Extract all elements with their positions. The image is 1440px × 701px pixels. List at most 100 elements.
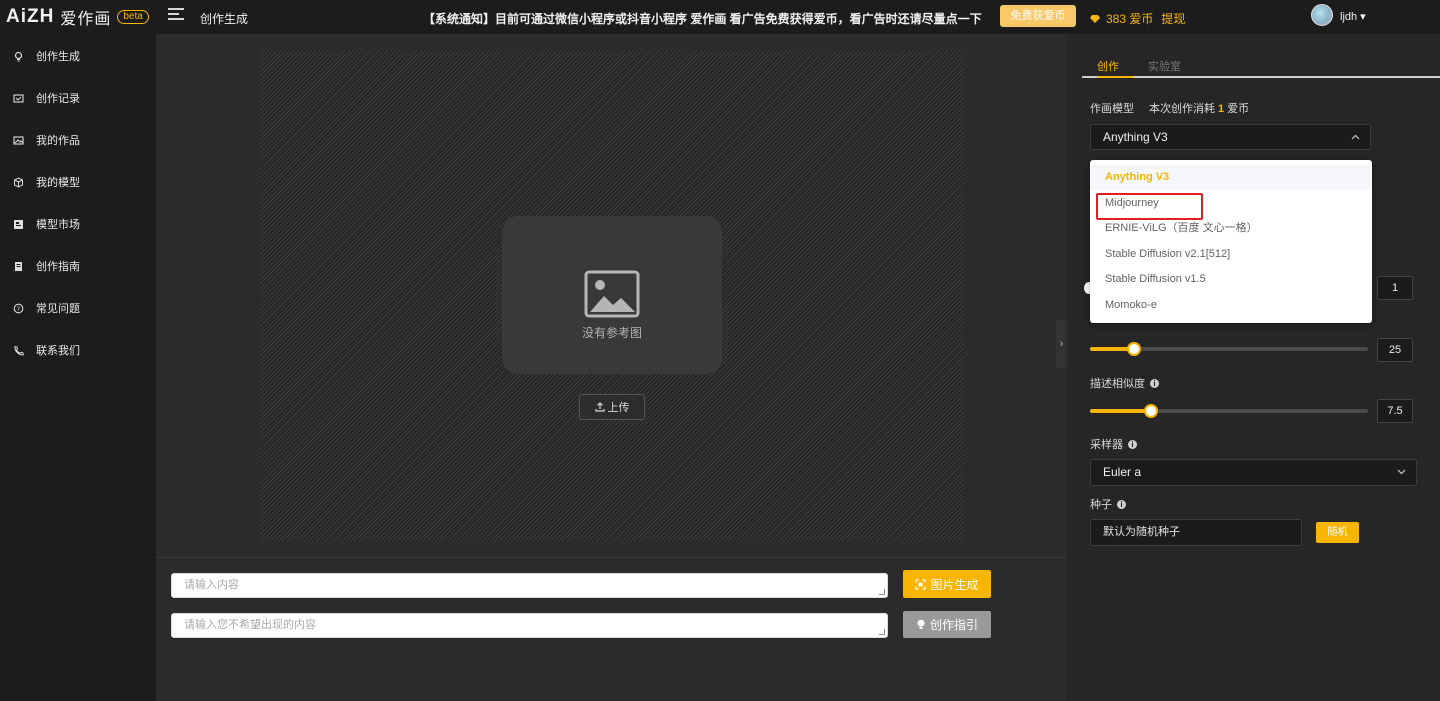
info-icon[interactable]: i [1150,378,1159,388]
info-icon[interactable]: i [1117,499,1126,509]
steps-slider[interactable] [1090,342,1368,356]
panel-tabs: 创作 实验室 [1082,34,1440,78]
random-seed-button[interactable]: 随机 [1316,522,1359,543]
model-option-sd-15[interactable]: Stable Diffusion v1.5 [1090,267,1372,292]
sidebar-item-faq[interactable]: ? 常见问题 [0,293,156,323]
steps-input[interactable]: 25 [1377,338,1413,362]
prompt-placeholder: 请输入内容 [184,579,239,591]
resize-handle-icon[interactable] [879,629,885,635]
sidebar-item-label: 常见问题 [36,303,80,315]
sidebar-item-label: 创作生成 [36,51,80,63]
model-label: 作画模型 [1090,103,1134,115]
image-icon [584,270,640,318]
username-dropdown[interactable]: ljdh ▾ [1340,10,1366,23]
sidebar-item-label: 模型市场 [36,219,80,231]
sampler-label: 采样器 [1090,439,1123,451]
cube-icon [12,176,24,188]
highlight-frame [1096,193,1203,220]
image-canvas: 没有参考图 上传 [260,50,964,542]
similarity-input[interactable]: 7.5 [1377,399,1413,423]
avatar[interactable] [1311,4,1333,26]
sampler-label-row: 采样器 i [1090,436,1137,452]
cost-info: 本次创作消耗 1 爱币 [1149,100,1249,116]
sidebar: 创作生成 创作记录 我的作品 我的模型 模型市场 创作指南 ? 常见问题 联系我… [0,34,156,701]
bulb-icon [917,619,925,629]
prompt-input[interactable]: 请输入内容 [171,573,888,598]
sidebar-item-label: 联系我们 [36,345,80,357]
model-dropdown: Anything V3 Midjourney ERNIE-ViLG（百度 文心一… [1090,160,1372,323]
menu-toggle-icon[interactable] [168,8,184,24]
page-title: 创作生成 [200,12,249,26]
sidebar-item-label: 我的模型 [36,177,80,189]
sidebar-item-records[interactable]: 创作记录 [0,83,156,113]
divider [156,557,1067,558]
upload-label: 上传 [607,402,630,414]
tab-lab[interactable]: 实验室 [1148,58,1181,74]
resize-handle-icon[interactable] [879,589,885,595]
main-workspace: 没有参考图 上传 › 请输入内容 请输入您不希望出现的内容 图片生成 创作指引 [156,34,1067,701]
system-notice: 【系统通知】目前可通过微信小程序或抖音小程序 爱作画 看广告免费获得爱币，看广告… [423,12,982,26]
svg-text:?: ? [16,305,19,313]
beta-badge: beta [117,10,149,24]
bulb-icon [12,50,24,62]
free-coins-button[interactable]: 免费获爱币 [1000,5,1076,27]
withdraw-link[interactable]: 提现 [1161,10,1185,27]
chevron-down-icon [1397,469,1406,475]
guide-icon [12,260,24,272]
reference-placeholder[interactable]: 没有参考图 [502,216,722,374]
sidebar-item-models[interactable]: 我的模型 [0,167,156,197]
sidebar-item-contact[interactable]: 联系我们 [0,335,156,365]
sidebar-item-create[interactable]: 创作生成 [0,41,156,71]
logo-text: AiZH [6,6,55,27]
upload-button[interactable]: 上传 [579,394,645,420]
phone-icon [12,344,24,356]
cost-value: 1 [1218,103,1225,115]
generate-image-button[interactable]: 图片生成 [903,570,991,598]
diamond-icon [1090,14,1100,23]
sidebar-item-label: 创作指南 [36,261,80,273]
model-label-row: 作画模型 本次创作消耗 1 爱币 [1090,100,1249,116]
sampler-select[interactable]: Euler a [1090,459,1417,486]
scan-icon [915,578,927,590]
tab-create[interactable]: 创作 [1097,58,1119,74]
sidebar-item-label: 我的作品 [36,135,80,147]
sidebar-item-label: 创作记录 [36,93,80,105]
model-option-sd-21[interactable]: Stable Diffusion v2.1[512] [1090,242,1372,267]
upload-icon [594,402,605,412]
question-icon: ? [12,302,24,314]
seed-label: 种子 [1090,499,1112,511]
sidebar-item-works[interactable]: 我的作品 [0,125,156,155]
sidebar-item-market[interactable]: 模型市场 [0,209,156,239]
sidebar-item-guide[interactable]: 创作指南 [0,251,156,281]
info-icon[interactable]: i [1128,439,1137,449]
model-option-anything-v3[interactable]: Anything V3 [1090,165,1372,190]
collapse-panel-chevron-icon[interactable]: › [1056,320,1067,368]
chevron-up-icon [1351,134,1360,140]
similarity-label-row: 描述相似度 i [1090,375,1159,391]
similarity-slider[interactable] [1090,404,1368,418]
active-tab-indicator [1097,76,1133,78]
creation-guide-button[interactable]: 创作指引 [903,611,991,638]
guide-label: 创作指引 [929,618,978,632]
similarity-slider-fill [1090,409,1152,413]
record-icon [12,92,24,104]
image-icon [12,134,24,146]
negative-placeholder: 请输入您不希望出现的内容 [184,619,316,631]
cost-prefix: 本次创作消耗 [1149,103,1215,115]
username: ljdh [1340,11,1358,23]
seed-label-row: 种子 i [1090,496,1126,512]
similarity-label: 描述相似度 [1090,378,1145,390]
generate-label: 图片生成 [930,577,979,592]
market-icon [12,218,24,230]
negative-prompt-input[interactable]: 请输入您不希望出现的内容 [171,613,888,638]
cost-unit: 爱币 [1227,103,1250,115]
seed-placeholder: 默认为随机种子 [1103,526,1180,538]
coin-balance: 383 爱币 提现 [1090,10,1185,27]
seed-input[interactable]: 默认为随机种子 [1090,519,1302,546]
model-selected-value: Anything V3 [1103,130,1168,144]
count-input[interactable]: 1 [1377,276,1413,300]
model-option-momoko[interactable]: Momoko-e [1090,293,1372,318]
top-bar: AiZH 爱作画 beta 创作生成 【系统通知】目前可通过微信小程序或抖音小程… [0,0,1440,34]
model-select[interactable]: Anything V3 [1090,124,1371,150]
logo[interactable]: AiZH 爱作画 beta [6,6,149,28]
